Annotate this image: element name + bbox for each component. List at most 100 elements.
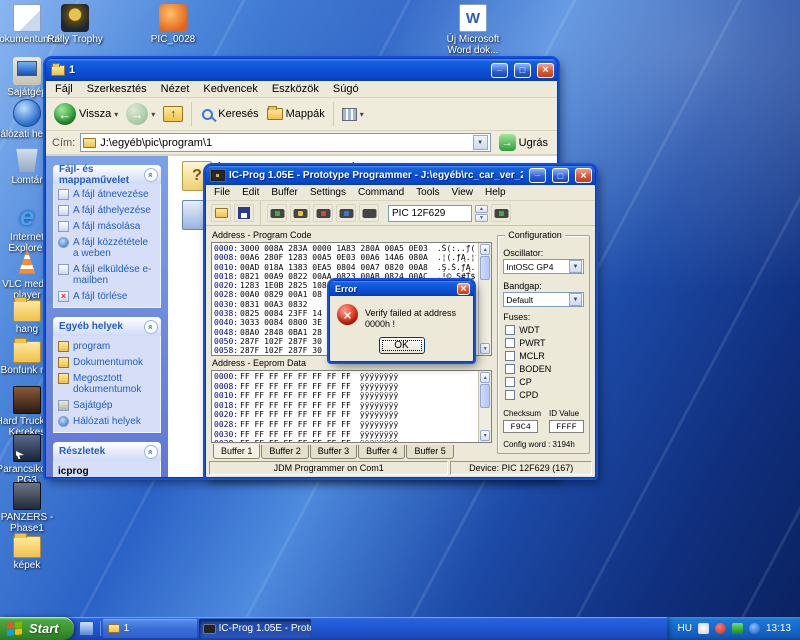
collapse-chevron-icon[interactable] (144, 444, 158, 459)
menu-help[interactable]: Súgó (326, 82, 366, 96)
checkbox-icon[interactable] (505, 325, 516, 335)
checkbox-icon[interactable] (505, 390, 516, 400)
task-rename-file[interactable]: A fájl átnevezése (58, 189, 156, 200)
menu-view[interactable]: View (446, 186, 480, 199)
device-select[interactable]: PIC 12F629 (388, 204, 472, 222)
taskbar-item-explorer[interactable]: 1 (102, 619, 197, 638)
search-button[interactable]: Keresés (197, 105, 261, 124)
place-halozati-helyek[interactable]: Hálózati helyek (58, 416, 156, 427)
menu-file[interactable]: File (208, 186, 236, 199)
desktop-icon-pic-0028[interactable]: PIC_0028 (138, 4, 208, 45)
hardware-settings-button[interactable] (491, 204, 511, 222)
details-header[interactable]: Részletek (53, 442, 161, 461)
tab-buffer-2[interactable]: Buffer 2 (261, 445, 309, 459)
up-button[interactable] (160, 104, 186, 124)
menu-command[interactable]: Command (352, 186, 410, 199)
checkbox-icon[interactable] (505, 338, 516, 348)
menu-tools[interactable]: Eszközök (265, 82, 326, 96)
file-ops-header[interactable]: Fájl- és mappaművelet (53, 164, 161, 186)
forward-button[interactable]: ▾ (123, 101, 158, 127)
close-button[interactable] (575, 168, 592, 183)
scroll-up-icon[interactable] (480, 244, 491, 255)
fuse-wdt[interactable]: WDT (505, 325, 584, 335)
maximize-button[interactable] (514, 62, 531, 78)
tab-buffer-1[interactable]: Buffer 1 (213, 444, 261, 459)
taskbar-item-icprog[interactable]: IC-Prog 1.05E - Proto... (198, 619, 311, 638)
desktop-icon-rally-trophy[interactable]: Rally Trophy (40, 4, 110, 45)
checkbox-icon[interactable] (505, 364, 516, 374)
bandgap-select[interactable]: Default (503, 292, 584, 307)
scroll-down-icon[interactable] (480, 343, 491, 354)
error-dialog-titlebar[interactable]: Error (330, 281, 473, 296)
tab-buffer-4[interactable]: Buffer 4 (358, 445, 406, 459)
scrollbar-thumb[interactable] (480, 384, 491, 408)
blank-check-button[interactable] (359, 204, 379, 222)
icprog-titlebar[interactable]: IC-Prog 1.05E - Prototype Programmer - J… (206, 162, 595, 185)
tray-network-icon[interactable] (748, 623, 760, 634)
tray-status-icon[interactable] (731, 623, 743, 634)
views-button[interactable]: ▾ (339, 106, 367, 123)
osc-select[interactable]: IntOSC GP4 (503, 259, 584, 274)
eeprom-scrollbar[interactable] (478, 371, 492, 442)
menu-file[interactable]: Fájl (48, 82, 80, 96)
minimize-button[interactable] (491, 57, 508, 78)
close-button[interactable] (457, 282, 470, 295)
address-input[interactable]: J:\egyéb\pic\program\1 (80, 133, 491, 152)
tray-antivirus-icon[interactable] (714, 623, 726, 634)
desktop-icon-word-doc[interactable]: Új Microsoft Word dok... (438, 4, 508, 56)
verify-chip-button[interactable] (336, 204, 356, 222)
erase-chip-button[interactable] (313, 204, 333, 222)
desktop-icon-panzers[interactable]: PANZERS - Phase1 (0, 482, 62, 534)
folders-button[interactable]: Mappák (264, 106, 328, 122)
desktop-icon-kepek[interactable]: képek (0, 531, 62, 571)
place-program[interactable]: program (58, 341, 156, 352)
checkbox-icon[interactable] (505, 377, 516, 387)
explorer-titlebar[interactable]: 1 (46, 57, 557, 81)
task-copy-file[interactable]: A fájl másolása (58, 221, 156, 232)
dropdown-arrow-icon[interactable] (569, 293, 582, 306)
menu-help[interactable]: Help (479, 186, 512, 199)
minimize-button[interactable] (529, 162, 546, 183)
fuse-cpd[interactable]: CPD (505, 390, 584, 400)
tray-volume-icon[interactable] (697, 623, 709, 634)
menu-tools[interactable]: Tools (410, 186, 445, 199)
fuse-cp[interactable]: CP (505, 377, 584, 387)
device-spinner[interactable] (475, 204, 488, 222)
back-button[interactable]: Vissza▾ (51, 101, 121, 127)
tab-buffer-5[interactable]: Buffer 5 (406, 445, 454, 459)
menu-settings[interactable]: Settings (304, 186, 352, 199)
address-dropdown-button[interactable] (472, 135, 488, 150)
fuse-pwrt[interactable]: PWRT (505, 338, 584, 348)
quick-launch-icon[interactable] (78, 621, 94, 636)
checkbox-icon[interactable] (505, 351, 516, 361)
read-chip-button[interactable] (267, 204, 287, 222)
eeprom-grid[interactable]: 0000: FF FF FF FF FF FF FF FF ÿÿÿÿÿÿÿÿ 000… (211, 370, 493, 443)
program-code-scrollbar[interactable] (478, 243, 492, 355)
ok-button[interactable]: OK (378, 337, 425, 354)
go-button[interactable]: Ugrás (496, 132, 551, 153)
menu-favorites[interactable]: Kedvencek (196, 82, 264, 96)
other-places-header[interactable]: Egyéb helyek (53, 317, 161, 336)
menu-view[interactable]: Nézet (154, 82, 197, 96)
open-file-button[interactable] (211, 204, 231, 222)
dropdown-arrow-icon[interactable] (569, 260, 582, 273)
scroll-up-icon[interactable] (480, 372, 491, 383)
fuse-boden[interactable]: BODEN (505, 364, 584, 374)
program-chip-button[interactable] (290, 204, 310, 222)
task-email-file[interactable]: A fájl elküldése e-mailben (58, 264, 156, 286)
collapse-chevron-icon[interactable] (144, 319, 158, 334)
place-sajatgep[interactable]: Sajátgép (58, 400, 156, 411)
place-dokumentumok[interactable]: Dokumentumok (58, 357, 156, 368)
start-button[interactable]: Start (0, 617, 74, 640)
fuse-mclr[interactable]: MCLR (505, 351, 584, 361)
menu-edit[interactable]: Szerkesztés (80, 82, 154, 96)
maximize-button[interactable] (552, 168, 569, 183)
scrollbar-thumb[interactable] (480, 256, 491, 280)
menu-edit[interactable]: Edit (236, 186, 265, 199)
tab-buffer-3[interactable]: Buffer 3 (309, 445, 358, 459)
language-indicator[interactable]: HU (678, 623, 692, 634)
scroll-down-icon[interactable] (480, 430, 491, 441)
menu-buffer[interactable]: Buffer (265, 186, 304, 199)
clock[interactable]: 13:13 (766, 623, 791, 634)
task-delete-file[interactable]: A fájl törlése (58, 291, 156, 302)
